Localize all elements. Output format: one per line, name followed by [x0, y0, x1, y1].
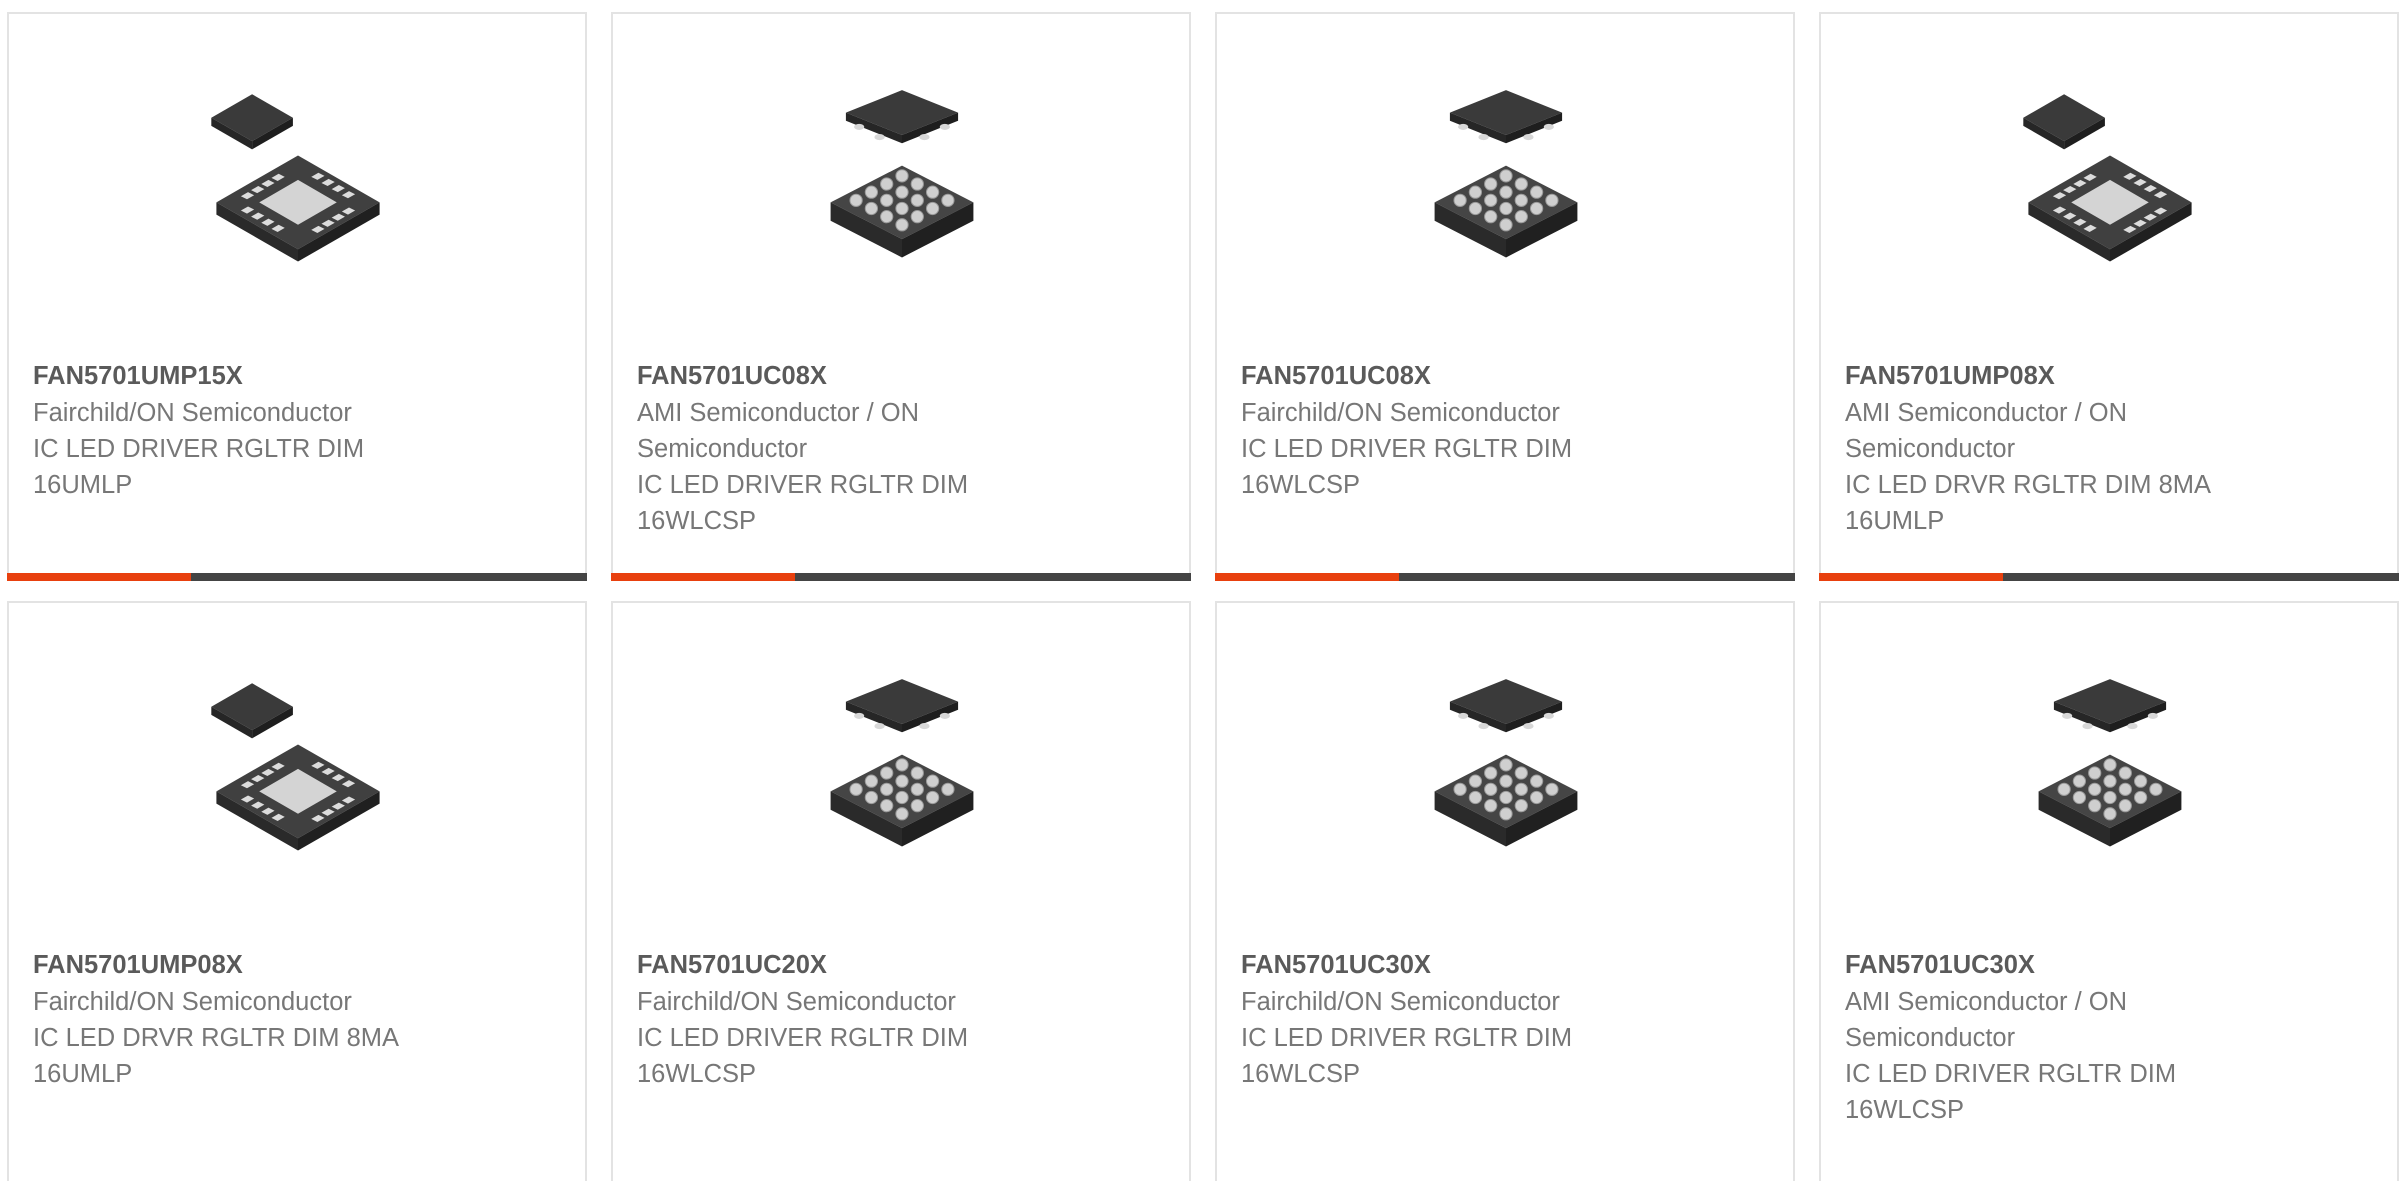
description: IC LED DRIVER RGLTR DIM 16WLCSP — [637, 471, 969, 535]
product-card[interactable]: FAN5701UMP08X AMI Semiconductor / ON Semi… — [1819, 12, 2399, 581]
description: IC LED DRIVER RGLTR DIM 16UMLP — [33, 435, 365, 499]
card-underline-accent — [1819, 573, 2003, 581]
wlcsp-package-icon[interactable] — [800, 82, 1004, 286]
wlcsp-package-icon[interactable] — [800, 671, 1004, 875]
part-number-link[interactable]: FAN5701UMP15X — [33, 357, 453, 395]
manufacturer: AMI Semiconductor / ON Semiconductor — [637, 399, 920, 463]
product-info: FAN5701UC30X Fairchild/ON Semiconductor … — [1241, 946, 1661, 1092]
product-grid: FAN5701UMP15X Fairchild/ON Semiconductor… — [0, 0, 2400, 1181]
card-underline — [1819, 573, 2399, 581]
wlcsp-package-icon[interactable] — [2008, 671, 2212, 875]
product-info: FAN5701UMP08X Fairchild/ON Semiconductor… — [33, 946, 453, 1092]
wlcsp-package-image — [830, 89, 974, 258]
manufacturer: Fairchild/ON Semiconductor — [33, 988, 352, 1016]
product-info: FAN5701UC20X Fairchild/ON Semiconductor … — [637, 946, 1057, 1092]
part-number-link[interactable]: FAN5701UC08X — [1241, 357, 1661, 395]
wlcsp-package-icon[interactable] — [1404, 82, 1608, 286]
umlp-package-image — [211, 683, 380, 851]
wlcsp-package-image — [2038, 678, 2182, 847]
product-card[interactable]: FAN5701UC08X AMI Semiconductor / ON Semic… — [611, 12, 1191, 581]
manufacturer: Fairchild/ON Semiconductor — [1241, 399, 1560, 427]
description: IC LED DRIVER RGLTR DIM 16WLCSP — [1845, 1060, 2177, 1124]
umlp-package-icon[interactable] — [196, 82, 400, 286]
description: IC LED DRIVER RGLTR DIM 16WLCSP — [1241, 1024, 1573, 1088]
wlcsp-package-image — [1434, 678, 1578, 847]
product-info: FAN5701UMP08X AMI Semiconductor / ON Semi… — [1845, 357, 2265, 539]
wlcsp-package-icon[interactable] — [1404, 671, 1608, 875]
description: IC LED DRIVER RGLTR DIM 16WLCSP — [637, 1024, 969, 1088]
wlcsp-package-image — [830, 678, 974, 847]
card-underline-accent — [1215, 573, 1399, 581]
product-card[interactable]: FAN5701UC20X Fairchild/ON Semiconductor … — [611, 601, 1191, 1181]
manufacturer: Fairchild/ON Semiconductor — [33, 399, 352, 427]
description: IC LED DRVR RGLTR DIM 8MA 16UMLP — [33, 1024, 400, 1088]
product-card[interactable]: FAN5701UC08X Fairchild/ON Semiconductor … — [1215, 12, 1795, 581]
card-underline — [1215, 573, 1795, 581]
product-card[interactable]: FAN5701UC30X AMI Semiconductor / ON Semic… — [1819, 601, 2399, 1181]
wlcsp-package-image — [1434, 89, 1578, 258]
part-number-link[interactable]: FAN5701UMP08X — [1845, 357, 2265, 395]
part-number-link[interactable]: FAN5701UMP08X — [33, 946, 453, 984]
part-number-link[interactable]: FAN5701UC20X — [637, 946, 1057, 984]
card-underline-accent — [7, 573, 191, 581]
description: IC LED DRVR RGLTR DIM 8MA 16UMLP — [1845, 471, 2212, 535]
part-number-link[interactable]: FAN5701UC08X — [637, 357, 1057, 395]
umlp-package-icon[interactable] — [196, 671, 400, 875]
manufacturer: AMI Semiconductor / ON Semiconductor — [1845, 988, 2128, 1052]
umlp-package-image — [211, 94, 380, 262]
manufacturer: Fairchild/ON Semiconductor — [1241, 988, 1560, 1016]
description: IC LED DRIVER RGLTR DIM 16WLCSP — [1241, 435, 1573, 499]
manufacturer: AMI Semiconductor / ON Semiconductor — [1845, 399, 2128, 463]
product-info: FAN5701UC08X AMI Semiconductor / ON Semic… — [637, 357, 1057, 539]
card-underline-accent — [611, 573, 795, 581]
product-card[interactable]: FAN5701UMP15X Fairchild/ON Semiconductor… — [7, 12, 587, 581]
part-number-link[interactable]: FAN5701UC30X — [1241, 946, 1661, 984]
product-info: FAN5701UMP15X Fairchild/ON Semiconductor… — [33, 357, 453, 503]
product-info: FAN5701UC30X AMI Semiconductor / ON Semic… — [1845, 946, 2265, 1128]
part-number-link[interactable]: FAN5701UC30X — [1845, 946, 2265, 984]
card-underline — [7, 573, 587, 581]
product-card[interactable]: FAN5701UMP08X Fairchild/ON Semiconductor… — [7, 601, 587, 1181]
umlp-package-image — [2023, 94, 2192, 262]
card-underline — [611, 573, 1191, 581]
manufacturer: Fairchild/ON Semiconductor — [637, 988, 956, 1016]
umlp-package-icon[interactable] — [2008, 82, 2212, 286]
product-info: FAN5701UC08X Fairchild/ON Semiconductor … — [1241, 357, 1661, 503]
product-card[interactable]: FAN5701UC30X Fairchild/ON Semiconductor … — [1215, 601, 1795, 1181]
